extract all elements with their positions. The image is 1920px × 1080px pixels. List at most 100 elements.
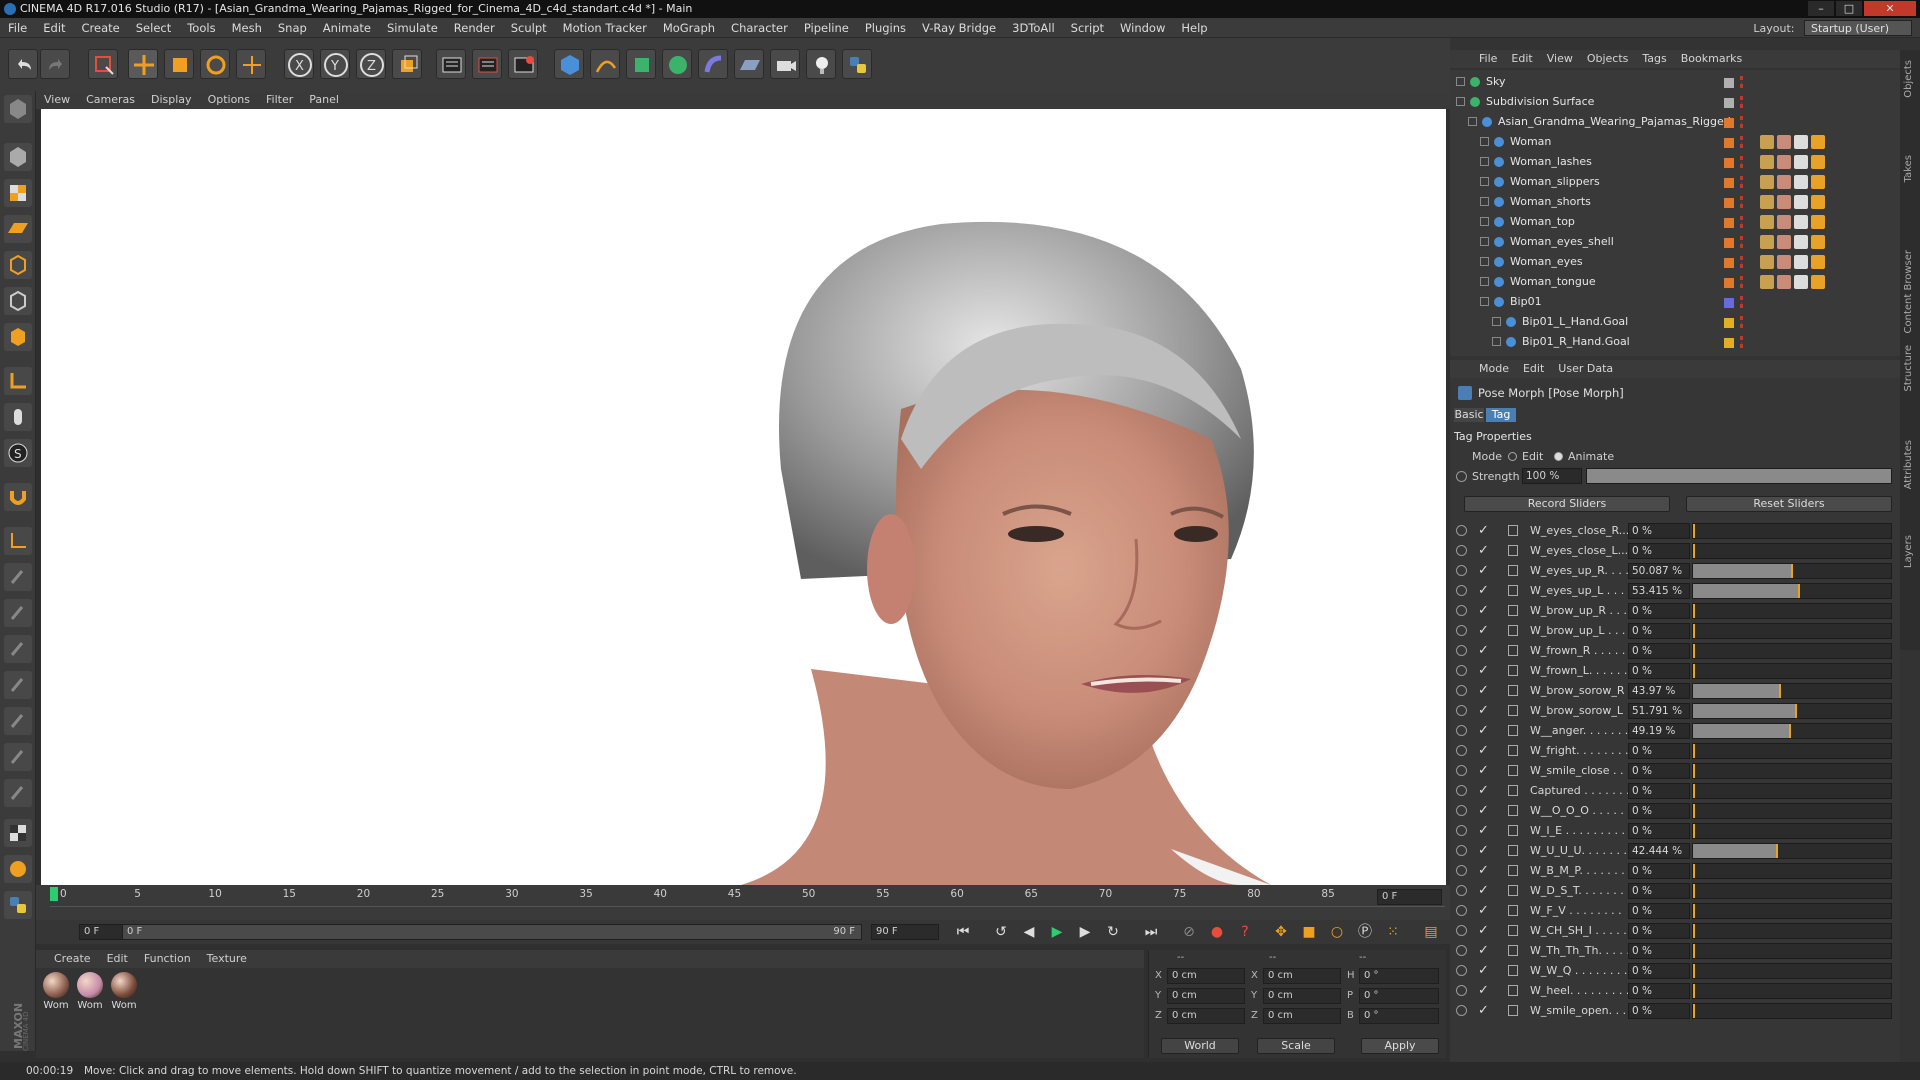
morph-value-field[interactable]: 0 % <box>1628 963 1690 979</box>
object-row[interactable]: Asian_Grandma_Wearing_Pajamas_Rigged <box>1450 112 1900 132</box>
attribute-menu-mode[interactable]: Mode <box>1472 360 1516 378</box>
morph-slider[interactable] <box>1692 563 1892 579</box>
object-row[interactable]: Sky <box>1450 72 1900 92</box>
anim-dot-icon[interactable] <box>1456 785 1467 796</box>
menu-file[interactable]: File <box>0 18 35 38</box>
morph-slider[interactable] <box>1692 1003 1892 1019</box>
object-row[interactable]: Woman_top <box>1450 212 1900 232</box>
tag-icon[interactable] <box>1760 195 1774 209</box>
render-picture-viewer-icon[interactable] <box>472 49 502 79</box>
visibility-dots-icon[interactable] <box>1740 156 1744 168</box>
morph-slider[interactable] <box>1692 663 1892 679</box>
object-row[interactable]: Woman_eyes_shell <box>1450 232 1900 252</box>
anim-dot-icon[interactable] <box>1456 545 1467 556</box>
side-tab-content-browser[interactable]: Content Browser <box>1903 250 1914 333</box>
morph-value-field[interactable]: 51.791 % <box>1628 703 1690 719</box>
morph-slider-handle[interactable] <box>1693 524 1695 538</box>
material-menu-edit[interactable]: Edit <box>99 950 136 968</box>
morph-slider-handle[interactable] <box>1693 784 1695 798</box>
morph-slider-handle[interactable] <box>1693 984 1695 998</box>
morph-value-field[interactable]: 0 % <box>1628 803 1690 819</box>
enabled-checkbox[interactable]: ✓ <box>1478 883 1489 898</box>
morph-slider-handle[interactable] <box>1797 584 1800 598</box>
enabled-checkbox[interactable]: ✓ <box>1478 523 1489 538</box>
morph-slider-handle[interactable] <box>1693 824 1695 838</box>
anim-dot-icon[interactable] <box>1456 865 1467 876</box>
anim-dot-icon[interactable] <box>1456 705 1467 716</box>
enabled-checkbox[interactable]: ✓ <box>1478 603 1489 618</box>
sculpt-brush-3-icon[interactable] <box>4 635 32 663</box>
anim-dot-icon[interactable] <box>1456 565 1467 576</box>
tag-icon[interactable] <box>1777 175 1791 189</box>
enabled-checkbox[interactable]: ✓ <box>1478 703 1489 718</box>
python-script-icon[interactable] <box>4 891 32 919</box>
morph-slider-handle[interactable] <box>1789 724 1792 738</box>
enabled-checkbox[interactable]: ✓ <box>1478 863 1489 878</box>
anim-dot-icon[interactable] <box>1456 805 1467 816</box>
expand-toggle-icon[interactable] <box>1480 177 1489 186</box>
morph-slider-handle[interactable] <box>1776 844 1779 858</box>
enabled-checkbox[interactable]: ✓ <box>1478 963 1489 978</box>
layer-color-swatch[interactable] <box>1724 198 1734 208</box>
object-row[interactable]: Woman_eyes <box>1450 252 1900 272</box>
live-selection-icon[interactable] <box>88 49 118 79</box>
visibility-dots-icon[interactable] <box>1740 116 1744 128</box>
z-axis-lock-icon[interactable]: Z <box>356 49 386 79</box>
3d-viewport[interactable] <box>41 109 1446 885</box>
tag-icon[interactable] <box>1760 175 1774 189</box>
morph-slider-handle[interactable] <box>1779 684 1782 698</box>
strength-anim-dot[interactable] <box>1456 471 1467 482</box>
layer-color-swatch[interactable] <box>1724 258 1734 268</box>
viewport-menu-cameras[interactable]: Cameras <box>78 91 143 109</box>
tag-icon[interactable] <box>1760 275 1774 289</box>
texture-mode-icon[interactable] <box>4 179 32 207</box>
tag-icon[interactable] <box>1760 215 1774 229</box>
layer-color-swatch[interactable] <box>1724 98 1734 108</box>
menu-window[interactable]: Window <box>1112 18 1173 38</box>
make-editable-icon[interactable] <box>4 95 32 123</box>
enabled-checkbox[interactable]: ✓ <box>1478 783 1489 798</box>
menu-select[interactable]: Select <box>128 18 179 38</box>
go-to-start-icon[interactable]: ⏮ <box>952 922 974 942</box>
viewport-menu-panel[interactable]: Panel <box>301 91 347 109</box>
anim-dot-icon[interactable] <box>1456 645 1467 656</box>
morph-value-field[interactable]: 0 % <box>1628 603 1690 619</box>
morph-slider[interactable] <box>1692 643 1892 659</box>
recent-tools-icon[interactable] <box>236 49 266 79</box>
morph-slider[interactable] <box>1692 843 1892 859</box>
snapping-icon[interactable]: S <box>4 439 32 467</box>
viewport-menu-filter[interactable]: Filter <box>258 91 301 109</box>
enabled-checkbox[interactable]: ✓ <box>1478 643 1489 658</box>
menu-render[interactable]: Render <box>446 18 503 38</box>
morph-slider[interactable] <box>1692 683 1892 699</box>
coord-position-field[interactable]: 0 cm <box>1167 1008 1245 1024</box>
cube-primitive-icon[interactable] <box>554 49 584 79</box>
layer-color-swatch[interactable] <box>1724 178 1734 188</box>
morph-value-field[interactable]: 0 % <box>1628 983 1690 999</box>
menu-tools[interactable]: Tools <box>179 18 223 38</box>
tag-icon[interactable] <box>1777 215 1791 229</box>
expand-toggle-icon[interactable] <box>1480 217 1489 226</box>
layer-color-swatch[interactable] <box>1724 298 1734 308</box>
anim-dot-icon[interactable] <box>1456 765 1467 776</box>
enabled-checkbox[interactable]: ✓ <box>1478 1003 1489 1018</box>
python-icon[interactable] <box>842 49 872 79</box>
tag-icon[interactable] <box>1811 135 1825 149</box>
morph-slider[interactable] <box>1692 943 1892 959</box>
morph-slider-handle[interactable] <box>1693 764 1695 778</box>
next-frame-icon[interactable]: ▶ <box>1074 922 1096 942</box>
auto-keying-icon[interactable]: ● <box>1206 922 1228 942</box>
strength-field[interactable]: 100 % <box>1522 468 1582 484</box>
anim-dot-icon[interactable] <box>1456 685 1467 696</box>
expand-toggle-icon[interactable] <box>1468 117 1477 126</box>
menu-snap[interactable]: Snap <box>270 18 315 38</box>
edges-mode-icon[interactable] <box>4 287 32 315</box>
morph-value-field[interactable]: 42.444 % <box>1628 843 1690 859</box>
workplane-icon[interactable] <box>4 215 32 243</box>
morph-value-field[interactable]: 0 % <box>1628 663 1690 679</box>
camera-icon[interactable] <box>770 49 800 79</box>
side-tab-takes[interactable]: Takes <box>1903 155 1914 182</box>
anim-dot-icon[interactable] <box>1456 585 1467 596</box>
morph-value-field[interactable]: 0 % <box>1628 923 1690 939</box>
morph-value-field[interactable]: 0 % <box>1628 523 1690 539</box>
